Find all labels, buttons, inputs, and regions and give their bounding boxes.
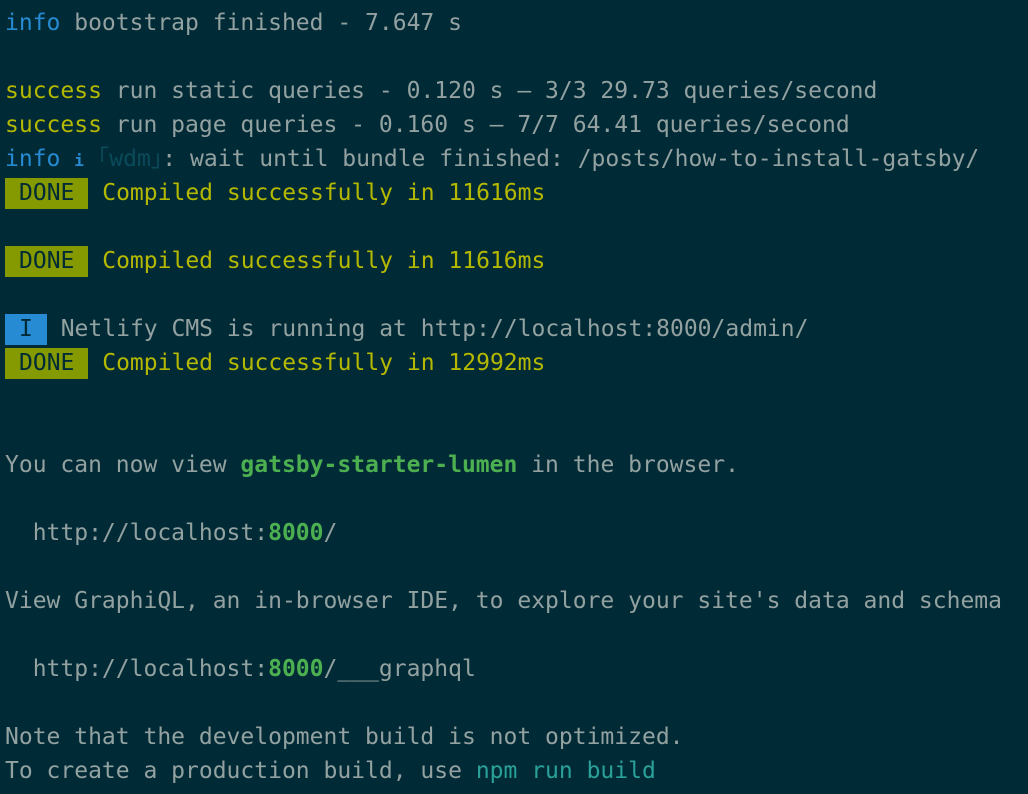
local-url-line[interactable]: http://localhost:8000/ bbox=[5, 516, 1028, 550]
log-message: Compiled successfully in 12992ms bbox=[88, 350, 546, 376]
url-suffix: /___graphql bbox=[323, 656, 476, 682]
info-icon: i bbox=[74, 151, 84, 170]
log-message: Compiled successfully in 11616ms bbox=[88, 180, 546, 206]
log-line-static-queries: success run static queries - 0.120 s — 3… bbox=[5, 74, 1028, 108]
done-badge: DONE bbox=[5, 178, 89, 209]
url-prefix: http://localhost: bbox=[5, 520, 269, 546]
log-line-netlify: I Netlify CMS is running at http://local… bbox=[5, 312, 1028, 346]
log-message: run page queries - 0.160 s — 7/7 64.41 q… bbox=[101, 112, 850, 138]
log-level-info: info bbox=[5, 10, 61, 36]
log-line-bootstrap: info bootstrap finished - 7.647 s bbox=[5, 6, 1028, 40]
view-site-line: You can now view gatsby-starter-lumen in… bbox=[5, 448, 1028, 482]
log-message: Compiled successfully in 11616ms bbox=[88, 248, 546, 274]
terminal-window[interactable]: info bootstrap finished - 7.647 s succes… bbox=[0, 0, 1028, 794]
log-message: bootstrap finished - 7.647 s bbox=[60, 10, 462, 36]
url-port: 8000 bbox=[268, 656, 324, 682]
graphiql-text: View GraphiQL, an in-browser IDE, to exp… bbox=[5, 588, 1002, 614]
log-line-wdm: info i ｢wdm｣: wait until bundle finished… bbox=[5, 142, 1028, 176]
graphiql-info-line: View GraphiQL, an in-browser IDE, to exp… bbox=[5, 584, 1028, 618]
url-suffix: / bbox=[323, 520, 338, 546]
log-message: : wait until bundle finished: /posts/how… bbox=[162, 146, 980, 172]
note-text: Note that the development build is not o… bbox=[5, 724, 684, 750]
log-level-success: success bbox=[5, 78, 102, 104]
log-module: ｢wdm｣ bbox=[97, 146, 163, 172]
log-line-done-3: DONE Compiled successfully in 12992ms bbox=[5, 346, 1028, 380]
view-suffix: in the browser. bbox=[517, 452, 739, 478]
log-line-done-1: DONE Compiled successfully in 11616ms bbox=[5, 176, 1028, 210]
done-badge: DONE bbox=[5, 246, 89, 277]
graphql-url-line[interactable]: http://localhost:8000/___graphql bbox=[5, 652, 1028, 686]
note-line: Note that the development build is not o… bbox=[5, 720, 1028, 754]
done-badge: DONE bbox=[5, 348, 89, 379]
log-line-page-queries: success run page queries - 0.160 s — 7/7… bbox=[5, 108, 1028, 142]
log-level-info: info bbox=[5, 146, 61, 172]
url-port: 8000 bbox=[268, 520, 324, 546]
info-badge: I bbox=[5, 314, 47, 345]
prod-prefix: To create a production build, use bbox=[5, 758, 476, 784]
view-prefix: You can now view bbox=[5, 452, 241, 478]
site-name: gatsby-starter-lumen bbox=[240, 452, 518, 478]
log-message: run static queries - 0.120 s — 3/3 29.73… bbox=[101, 78, 878, 104]
log-message: Netlify CMS is running at http://localho… bbox=[46, 316, 809, 342]
npm-command: npm run build bbox=[475, 758, 656, 784]
production-build-line: To create a production build, use npm ru… bbox=[5, 754, 1028, 788]
log-level-success: success bbox=[5, 112, 102, 138]
log-line-done-2: DONE Compiled successfully in 11616ms bbox=[5, 244, 1028, 278]
url-prefix: http://localhost: bbox=[5, 656, 269, 682]
